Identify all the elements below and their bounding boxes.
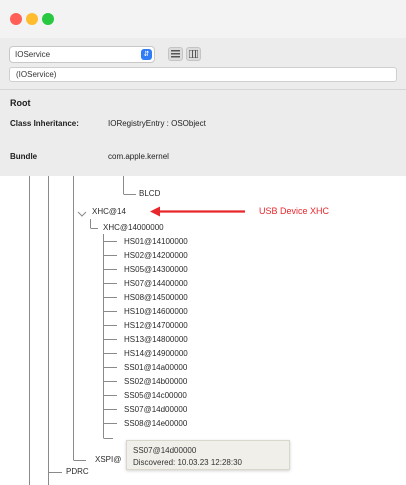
close-window-button[interactable] bbox=[10, 13, 22, 25]
column-view-icon bbox=[189, 50, 198, 58]
inheritance-label: Class Inheritance: bbox=[10, 119, 79, 128]
inheritance-value: IORegistryEntry : OSObject bbox=[108, 119, 206, 128]
tree-node-port[interactable]: HS13@14800000 bbox=[124, 335, 188, 344]
tree-node-port[interactable]: HS10@14600000 bbox=[124, 307, 188, 316]
minimize-window-button[interactable] bbox=[26, 13, 38, 25]
tree-node-blcd[interactable]: BLCD bbox=[139, 189, 160, 198]
registry-plane-select[interactable]: IOService ⇵ bbox=[9, 46, 155, 63]
search-value: (IOService) bbox=[16, 70, 57, 79]
tree-node-port[interactable]: HS14@14900000 bbox=[124, 349, 188, 358]
tree-node-port[interactable]: HS02@14200000 bbox=[124, 251, 188, 260]
tree-node-port[interactable]: HS01@14100000 bbox=[124, 237, 188, 246]
annotation-arrow bbox=[150, 206, 245, 217]
registry-tree[interactable]: BLCD XHC@14 XHC@14000000 HS01@14100000 H… bbox=[0, 176, 406, 485]
node-tooltip: SS07@14d00000 Discovered: 10.03.23 12:28… bbox=[126, 440, 290, 470]
title-bar bbox=[0, 0, 406, 38]
annotation-label: USB Device XHC bbox=[259, 206, 330, 216]
tree-connector-lines bbox=[29, 176, 245, 485]
tree-node-port[interactable]: SS05@14c00000 bbox=[124, 391, 187, 400]
tree-node-xhc-child[interactable]: XHC@14000000 bbox=[103, 223, 164, 232]
tree-node-port[interactable]: HS07@14400000 bbox=[124, 279, 188, 288]
page-title: Root bbox=[10, 98, 31, 108]
tree-node-port[interactable]: SS01@14a00000 bbox=[124, 363, 187, 372]
tree-node-port[interactable]: SS07@14d00000 bbox=[124, 405, 187, 414]
column-view-button[interactable] bbox=[186, 47, 201, 61]
tree-node-port[interactable]: HS05@14300000 bbox=[124, 265, 188, 274]
chevron-up-down-icon: ⇵ bbox=[141, 49, 152, 60]
zoom-window-button[interactable] bbox=[42, 13, 54, 25]
tree-node-pdrc[interactable]: PDRC bbox=[66, 467, 89, 476]
bundle-label: Bundle bbox=[10, 152, 38, 161]
list-view-button[interactable] bbox=[168, 47, 183, 61]
registry-plane-value: IOService bbox=[15, 50, 51, 59]
info-panel: Root Class Inheritance: IORegistryEntry … bbox=[0, 90, 406, 176]
search-field[interactable]: (IOService) bbox=[9, 67, 397, 82]
tree-node-port[interactable]: HS08@14500000 bbox=[124, 293, 188, 302]
toolbar: IOService ⇵ (IOService) bbox=[0, 38, 406, 90]
tree-node-xhc[interactable]: XHC@14 bbox=[92, 207, 126, 216]
tree-node-port[interactable]: HS12@14700000 bbox=[124, 321, 188, 330]
bundle-value: com.apple.kernel bbox=[108, 152, 169, 161]
list-view-icon bbox=[171, 50, 180, 58]
tree-node-xspi[interactable]: XSPI@ bbox=[95, 455, 121, 464]
tooltip-discovered: Discovered: 10.03.23 12:28:30 bbox=[133, 458, 242, 467]
tooltip-node-name: SS07@14d00000 bbox=[133, 446, 197, 455]
tree-node-port[interactable]: SS08@14e00000 bbox=[124, 419, 187, 428]
tree-node-port[interactable]: SS02@14b00000 bbox=[124, 377, 187, 386]
